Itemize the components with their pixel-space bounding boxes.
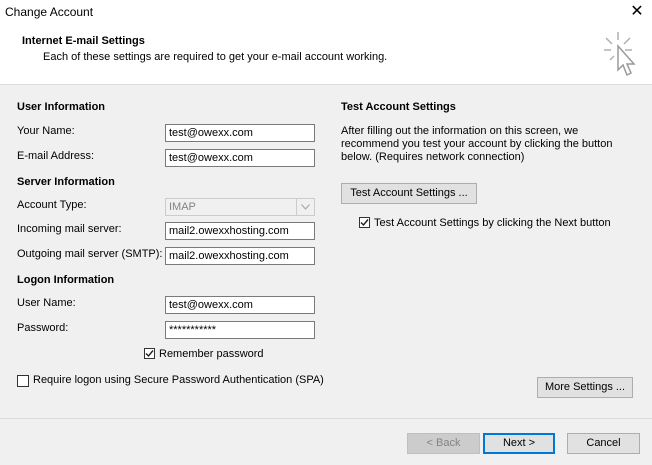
logon-info-heading: Logon Information <box>17 274 115 286</box>
outgoing-server-input[interactable]: mail2.owexxhosting.com <box>165 247 315 265</box>
incoming-server-input[interactable]: mail2.owexxhosting.com <box>165 222 315 240</box>
footer-divider <box>0 418 652 419</box>
spa-label[interactable]: Require logon using Secure Password Auth… <box>33 374 324 386</box>
next-button[interactable]: Next > <box>483 433 555 454</box>
header-title: Internet E-mail Settings <box>22 35 145 47</box>
remember-password-label[interactable]: Remember password <box>159 348 264 360</box>
title-bar <box>0 0 652 24</box>
email-address-label: E-mail Address: <box>17 150 95 162</box>
test-description-line-3: below. (Requires network connection) <box>341 151 525 163</box>
user-info-heading: User Information <box>17 101 106 113</box>
header-subtitle: Each of these settings are required to g… <box>43 51 388 63</box>
test-settings-heading: Test Account Settings <box>341 101 456 113</box>
account-type-select: IMAP <box>165 198 315 216</box>
checkmark-icon <box>145 350 154 358</box>
auto-test-checkbox[interactable] <box>359 217 370 228</box>
username-label: User Name: <box>17 297 76 309</box>
more-settings-button[interactable]: More Settings ... <box>537 377 633 398</box>
username-input[interactable]: test@owexx.com <box>165 296 315 314</box>
back-button[interactable]: < Back <box>407 433 480 454</box>
checkmark-icon <box>360 219 369 227</box>
chevron-down-icon <box>296 199 314 215</box>
password-label: Password: <box>17 322 69 334</box>
your-name-label: Your Name: <box>17 125 75 137</box>
window-title: Change Account <box>5 5 94 19</box>
test-description-line-1: After filling out the information on thi… <box>341 125 579 137</box>
your-name-input[interactable]: test@owexx.com <box>165 124 315 142</box>
test-description-line-2: recommend you test your account by click… <box>341 138 613 150</box>
test-account-settings-button[interactable]: Test Account Settings ... <box>341 183 477 204</box>
cancel-button[interactable]: Cancel <box>567 433 640 454</box>
account-type-label: Account Type: <box>17 199 87 211</box>
account-type-value: IMAP <box>169 201 196 213</box>
outgoing-server-label: Outgoing mail server (SMTP): <box>17 248 163 260</box>
server-info-heading: Server Information <box>17 176 115 188</box>
auto-test-label[interactable]: Test Account Settings by clicking the Ne… <box>374 217 611 229</box>
spa-checkbox[interactable] <box>17 375 29 387</box>
email-address-input[interactable]: test@owexx.com <box>165 149 315 167</box>
incoming-server-label: Incoming mail server: <box>17 223 122 235</box>
wizard-cursor-icon <box>604 32 636 77</box>
password-input[interactable]: *********** <box>165 321 315 339</box>
remember-password-checkbox[interactable] <box>144 348 155 359</box>
close-icon[interactable]: ✕ <box>626 2 648 22</box>
